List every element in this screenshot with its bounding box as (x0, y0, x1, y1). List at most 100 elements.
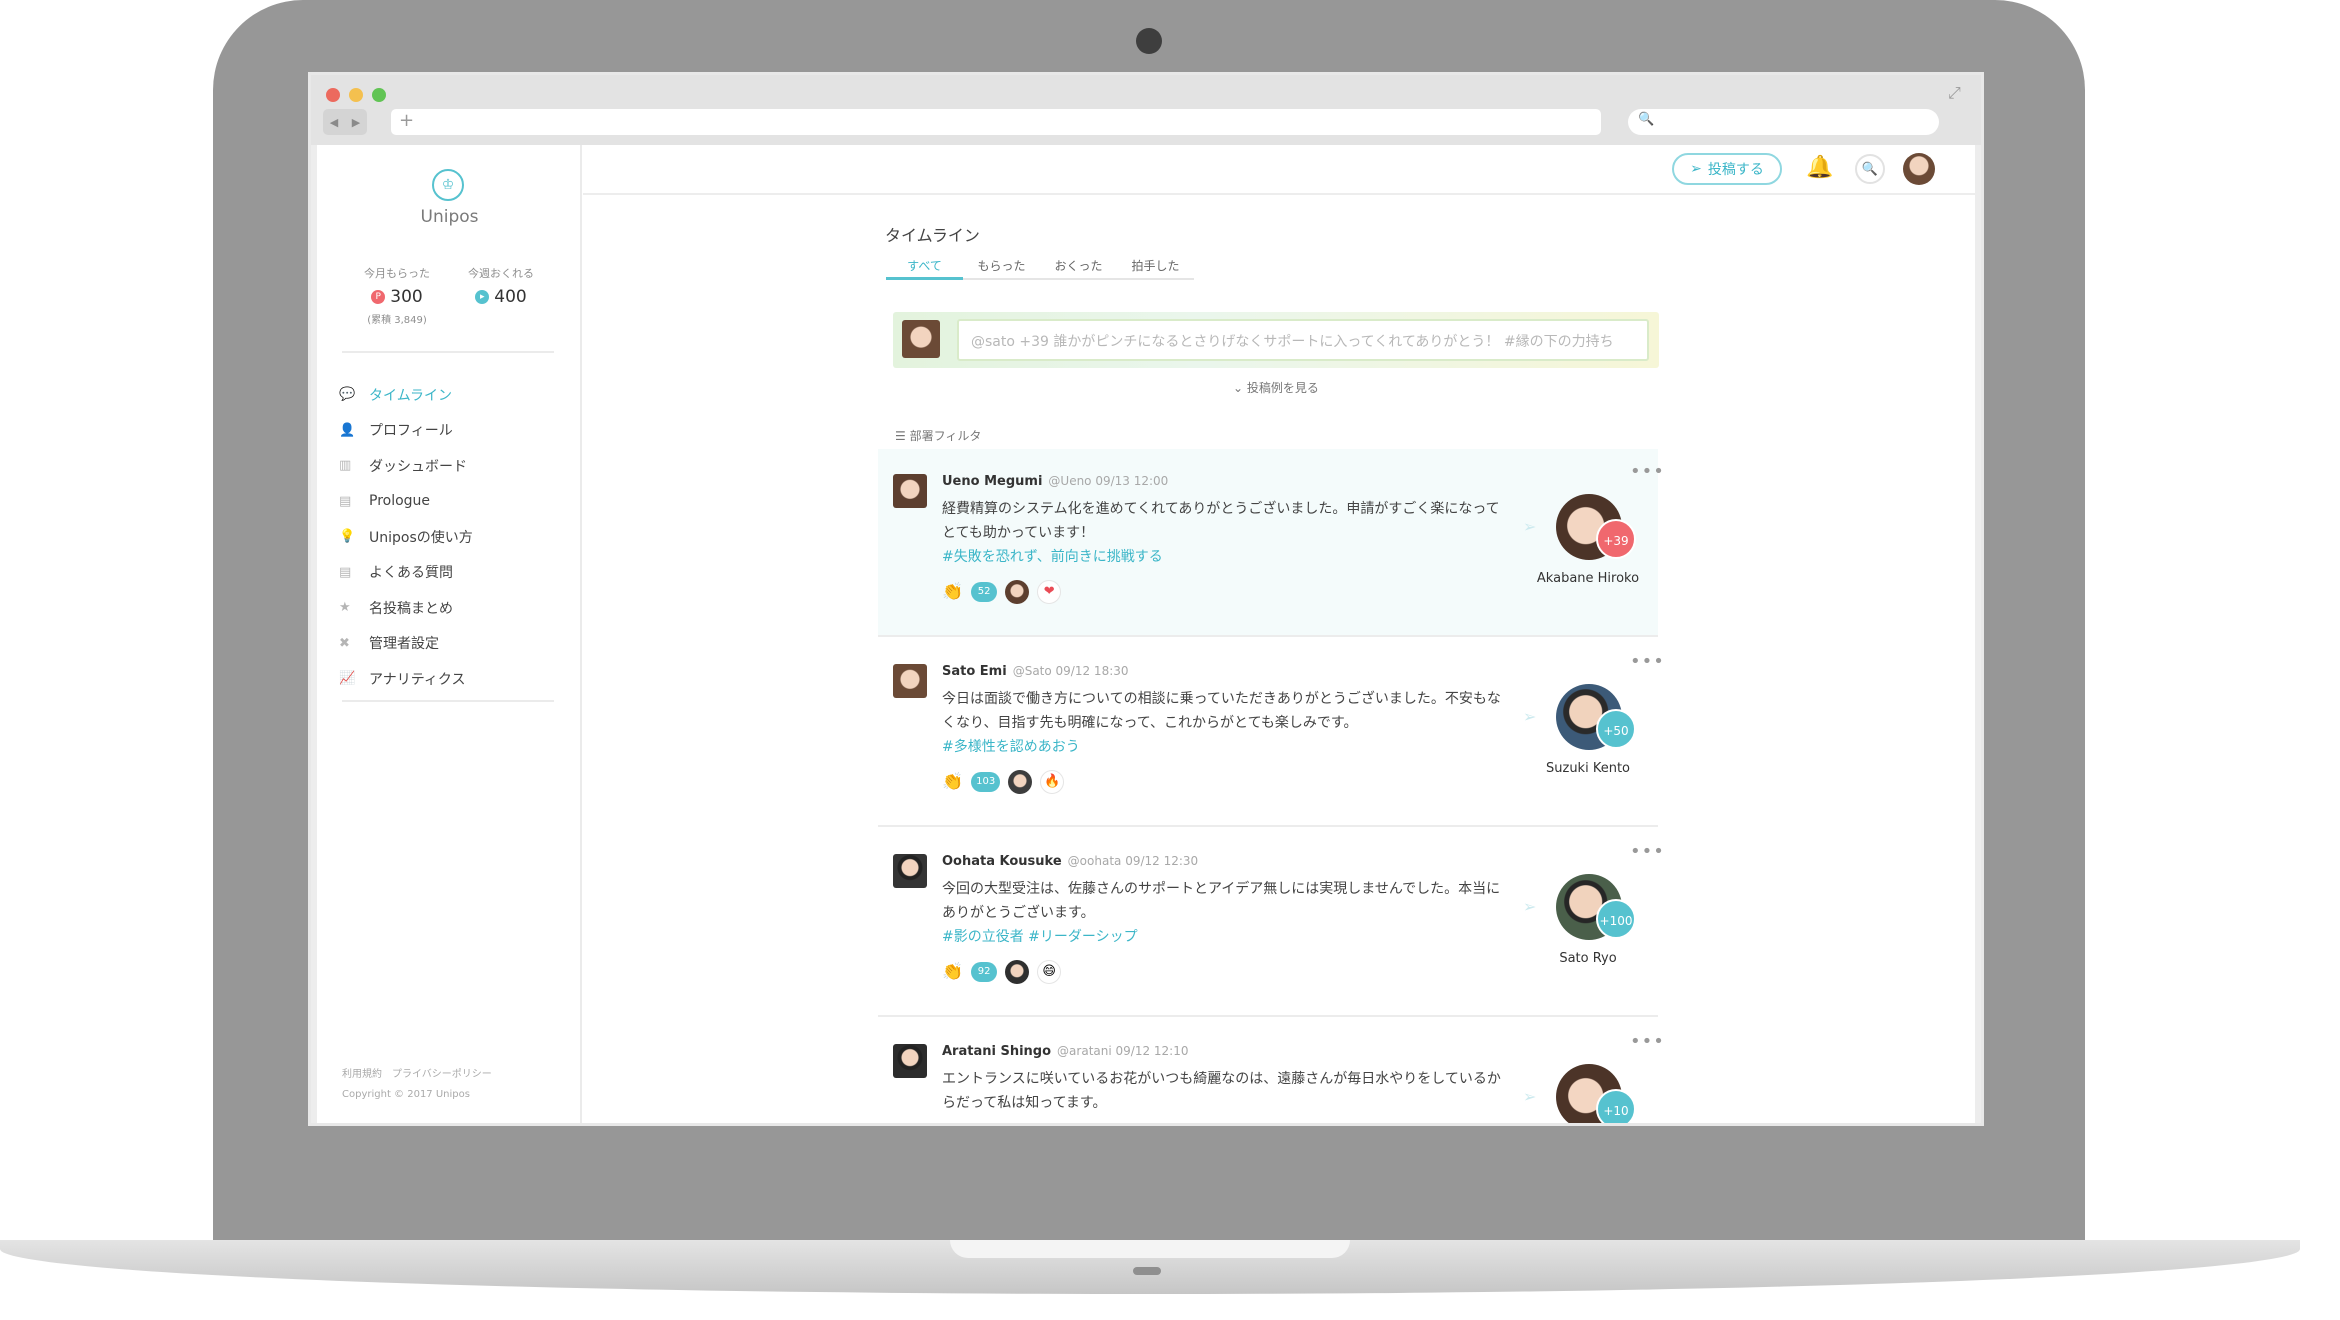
timeline-post: Aratani Shingo @aratani 09/12 12:10 エントラン… (878, 1019, 1664, 1123)
close-window-button[interactable] (326, 88, 340, 102)
sidebar-item-dashboard[interactable]: ▥ ダッシュボード (339, 448, 569, 484)
bar-chart-icon: ▥ (339, 458, 352, 474)
points-total: (累積 3,849) (367, 315, 427, 326)
unipos-logo-icon[interactable]: ♔ (432, 169, 464, 201)
copyright: Copyright © 2017 Unipos (342, 1089, 470, 1100)
heart-icon[interactable]: ❤ (1037, 580, 1062, 604)
bell-icon[interactable]: 🔔 (1806, 155, 1833, 180)
logo-text: Unipos (420, 207, 479, 227)
tab-clapped[interactable]: 拍手した (1117, 257, 1194, 278)
send-arrow-icon: ➢ (1523, 707, 1537, 726)
timeline-post: Oohata Kousuke @oohata 09/12 12:30 今回の大型受… (878, 829, 1664, 1017)
send-arrow-icon: ➢ (1523, 517, 1537, 536)
search-button[interactable]: 🔍 (1855, 154, 1885, 184)
sidebar-item-howto[interactable]: 💡 Uniposの使い方 (339, 519, 569, 555)
list-icon: ▤ (339, 564, 352, 580)
sidebar-item-label: 管理者設定 (369, 636, 439, 653)
department-filter-label: 部署フィルタ (909, 429, 982, 443)
sidebar-item-label: Prologue (369, 493, 431, 510)
privacy-link[interactable]: プライバシーポリシー (392, 1069, 492, 1080)
timeline-post: Ueno Megumi @Ueno 09/13 12:00 経費精算のシステム化を… (878, 449, 1664, 637)
clap-icon[interactable]: 👏 (942, 582, 963, 602)
sidebar-item-profile[interactable]: 👤 プロフィール (339, 413, 569, 449)
back-icon[interactable]: ◀ (330, 116, 338, 129)
clap-icon[interactable]: 👏 (942, 772, 963, 792)
recipient-name[interactable]: Akabane Hiroko (1523, 571, 1653, 586)
tab-all[interactable]: すべて (886, 257, 963, 280)
post-hashtags[interactable]: #多様性を認めあおう (942, 739, 1080, 755)
search-icon: 🔍 (1861, 161, 1879, 177)
new-post-button[interactable]: ➢ 投稿する (1672, 153, 1782, 185)
tab-received[interactable]: もらった (963, 257, 1040, 278)
document-icon: ▤ (339, 493, 352, 509)
clap-icon[interactable]: 👏 (942, 962, 963, 982)
forward-icon[interactable]: ▶ (352, 116, 360, 129)
divider (342, 700, 554, 702)
points-p-icon: P (371, 290, 386, 304)
post-author[interactable]: Oohata Kousuke @oohata 09/12 12:30 (942, 854, 1198, 869)
post-author[interactable]: Aratani Shingo @aratani 09/12 12:10 (942, 1044, 1188, 1059)
sidebar-item-timeline[interactable]: 💬 タイムライン (339, 377, 569, 413)
post-body: 今日は面談で働き方についての相談に乗っていただきありがとうございました。不安もな… (942, 687, 1512, 759)
author-name: Oohata Kousuke (942, 854, 1062, 869)
sidebar-item-prologue[interactable]: ▤ Prologue (339, 484, 569, 520)
tools-icon: ✖ (339, 635, 350, 651)
post-author[interactable]: Sato Emi @Sato 09/12 18:30 (942, 664, 1129, 679)
points-give-value: 400 (494, 287, 527, 307)
recipient-name[interactable]: Sato Ryo (1523, 951, 1653, 966)
avatar[interactable] (1903, 153, 1935, 185)
star-icon: ★ (339, 600, 351, 616)
browser-search-field[interactable]: 🔍 (1628, 109, 1939, 135)
post-hashtags[interactable]: #影の立役者 #リーダーシップ (942, 929, 1138, 945)
laptop-mockup: ◀ ▶ + 🔍 ⤢ ♔ Unipos 今月もらった P 300 (累積 3,84… (0, 0, 2340, 1320)
maximize-window-button[interactable] (372, 88, 386, 102)
post-input[interactable]: @sato +39 誰かがピンチになるとさりげなくサポートに入ってくれてありがと… (957, 319, 1649, 361)
new-tab-icon[interactable]: + (399, 110, 414, 131)
tab-sent[interactable]: おくった (1040, 257, 1117, 278)
lightbulb-icon: 💡 (339, 529, 356, 545)
sidebar-item-admin[interactable]: ✖ 管理者設定 (339, 626, 569, 662)
sidebar-footer: 利用規約 プライバシーポリシー Copyright © 2017 Unipos (342, 1065, 502, 1105)
post-author[interactable]: Ueno Megumi @Ueno 09/13 12:00 (942, 474, 1168, 489)
author-name: Aratani Shingo (942, 1044, 1052, 1059)
minimize-window-button[interactable] (349, 88, 363, 102)
more-options-icon[interactable]: ••• (1630, 651, 1665, 672)
points-badge: +39 (1596, 519, 1636, 559)
sidebar-item-label: よくある質問 (369, 565, 453, 582)
points-give-label: 今週おくれる (468, 267, 534, 280)
points-send-icon: ▸ (475, 290, 490, 304)
divider (342, 351, 554, 353)
sidebar-item-analytics[interactable]: 📈 アナリティクス (339, 661, 569, 697)
sidebar: ♔ Unipos 今月もらった P 300 (累積 3,849) 今週おくれる … (317, 145, 582, 1123)
fullscreen-icon[interactable]: ⤢ (1948, 83, 1961, 103)
more-options-icon[interactable]: ••• (1630, 461, 1665, 482)
search-icon: 🔍 (1638, 112, 1655, 127)
avatar[interactable] (893, 1044, 927, 1078)
send-arrow-icon: ➢ (1523, 897, 1537, 916)
more-options-icon[interactable]: ••• (1630, 1031, 1665, 1052)
laptop-notch (950, 1240, 1350, 1258)
sidebar-item-best-posts[interactable]: ★ 名投稿まとめ (339, 590, 569, 626)
avatar[interactable] (893, 854, 927, 888)
show-examples-link[interactable]: ⌄ 投稿例を見る (893, 379, 1659, 396)
author-name: Ueno Megumi (942, 474, 1043, 489)
sidebar-item-faq[interactable]: ▤ よくある質問 (339, 555, 569, 591)
browser-nav-buttons: ◀ ▶ (323, 109, 367, 135)
department-filter[interactable]: ☰ 部署フィルタ (895, 427, 981, 444)
send-icon: ➢ (1690, 161, 1702, 177)
sidebar-item-label: アナリティクス (369, 671, 466, 688)
smile-icon[interactable]: 😄 (1037, 960, 1062, 984)
terms-link[interactable]: 利用規約 (342, 1069, 382, 1080)
avatar (1005, 960, 1030, 984)
post-hashtags[interactable]: #失敗を恐れず、前向きに挑戦する (942, 549, 1163, 565)
laptop-trackpad-slot (1133, 1267, 1161, 1275)
more-options-icon[interactable]: ••• (1630, 841, 1665, 862)
address-bar[interactable]: + (391, 109, 1601, 135)
fire-icon[interactable]: 🔥 (1040, 770, 1065, 794)
avatar[interactable] (893, 664, 927, 698)
avatar[interactable] (893, 474, 927, 508)
recipient-name[interactable]: Suzuki Kento (1523, 761, 1653, 776)
post-meta: @aratani 09/12 12:10 (1057, 1044, 1189, 1058)
post-reactions: 👏 92 😄 (942, 960, 1062, 984)
avatar (902, 320, 940, 358)
